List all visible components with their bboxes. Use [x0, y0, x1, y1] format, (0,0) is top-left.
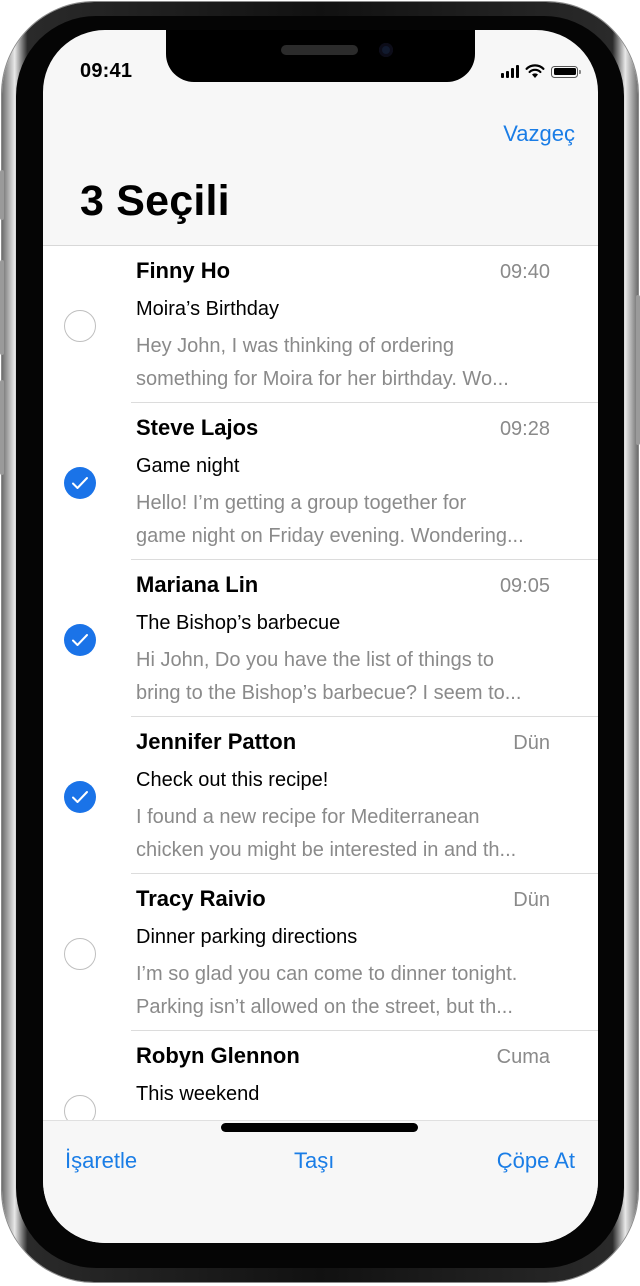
message-subject: Moira’s Birthday: [136, 298, 280, 320]
preview-line: something for Moira for her birthday. Wo…: [136, 368, 509, 390]
sender-name: Robyn Glennon: [136, 1043, 300, 1068]
preview-line: game night on Friday evening. Wondering.…: [136, 525, 524, 547]
message-time: 09:05: [499, 575, 550, 597]
sender-name: Mariana Lin: [136, 572, 259, 597]
cancel-button[interactable]: Vazgeç: [503, 121, 575, 147]
message-subject: Game night: [136, 455, 240, 477]
preview-line: chicken you might be interested in and t…: [136, 839, 517, 861]
message-subject: Dinner parking directions: [136, 926, 358, 948]
message-preview: Hi John, Do you have the list of things …: [136, 644, 576, 710]
sender-name: Steve Lajos: [136, 415, 259, 440]
status-icons: [501, 64, 581, 79]
mark-button[interactable]: İşaretle: [65, 1148, 137, 1174]
battery-icon: [551, 65, 581, 78]
message-row[interactable]: Tracy Raivio Dün Dinner parking directio…: [43, 874, 598, 1031]
message-time: 09:40: [499, 261, 550, 283]
message-preview: Hello! I’m getting a group together for …: [136, 487, 576, 553]
preview-line: Parking isn’t allowed on the street, but…: [136, 996, 513, 1018]
wifi-icon: [525, 64, 545, 78]
message-preview: Hey John, I was thinking of ordering som…: [136, 330, 576, 396]
message-row[interactable]: Robyn Glennon Cuma This weekend: [43, 1031, 598, 1120]
message-list[interactable]: Finny Ho 09:40 Moira’s Birthday Hey John…: [43, 246, 598, 1120]
message-time: 09:28: [499, 418, 550, 440]
unchecked-circle-icon[interactable]: [64, 938, 96, 970]
preview-line: I found a new recipe for Mediterranean: [136, 806, 480, 828]
sender-name: Finny Ho: [136, 258, 231, 283]
checkmark-circle-icon[interactable]: [64, 781, 96, 813]
message-time: Cuma: [496, 1046, 550, 1068]
speaker-grille: [281, 45, 358, 55]
preview-line: I’m so glad you can come to dinner tonig…: [136, 963, 518, 985]
message-row[interactable]: Finny Ho 09:40 Moira’s Birthday Hey John…: [43, 246, 598, 403]
message-row[interactable]: Steve Lajos 09:28 Game night Hello! I’m …: [43, 403, 598, 560]
message-preview: I’m so glad you can come to dinner tonig…: [136, 958, 576, 1024]
message-subject: The Bishop’s barbecue: [136, 612, 341, 634]
power-button: [636, 295, 640, 445]
front-camera: [379, 43, 393, 57]
home-indicator[interactable]: [221, 1123, 418, 1132]
preview-line: Hey John, I was thinking of ordering: [136, 335, 454, 357]
cellular-signal-icon: [501, 65, 519, 78]
screen: 09:41 Vazgeç 3 Seçili Finny Ho 09:40 Moi…: [43, 30, 598, 1243]
message-row[interactable]: Jennifer Patton Dün Check out this recip…: [43, 717, 598, 874]
preview-line: Hi John, Do you have the list of things …: [136, 649, 494, 671]
sender-name: Jennifer Patton: [136, 729, 297, 754]
page-title: 3 Seçili: [80, 177, 230, 225]
move-button[interactable]: Taşı: [294, 1148, 334, 1174]
preview-line: bring to the Bishop’s barbecue? I seem t…: [136, 682, 522, 704]
checkmark-circle-icon[interactable]: [64, 624, 96, 656]
unchecked-circle-icon[interactable]: [64, 310, 96, 342]
sender-name: Tracy Raivio: [136, 886, 266, 911]
trash-button[interactable]: Çöpe At: [497, 1148, 575, 1174]
bottom-toolbar: İşaretle Taşı Çöpe At: [43, 1120, 598, 1243]
status-time: 09:41: [80, 60, 133, 82]
preview-line: Hello! I’m getting a group together for: [136, 492, 467, 514]
message-time: Dün: [513, 732, 550, 754]
message-time: Dün: [513, 889, 550, 911]
checkmark-circle-icon[interactable]: [64, 467, 96, 499]
unchecked-circle-icon[interactable]: [64, 1095, 96, 1120]
message-subject: Check out this recipe!: [136, 769, 329, 791]
notch: [166, 30, 475, 82]
message-row[interactable]: Mariana Lin 09:05 The Bishop’s barbecue …: [43, 560, 598, 717]
side-button: [0, 170, 4, 220]
message-subject: This weekend: [136, 1083, 260, 1105]
volume-down-button: [0, 380, 4, 475]
message-preview: I found a new recipe for Mediterranean c…: [136, 801, 576, 867]
volume-up-button: [0, 260, 4, 355]
